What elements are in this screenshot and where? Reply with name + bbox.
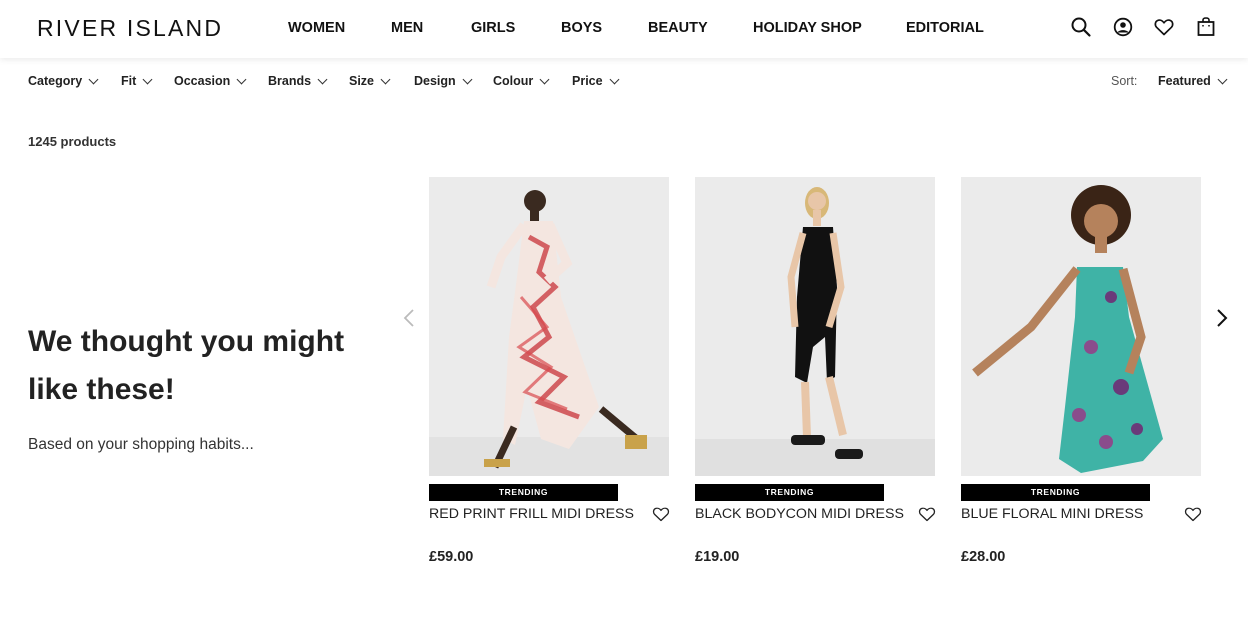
filter-size[interactable]: Size — [349, 74, 391, 88]
filter-label: Design — [414, 74, 456, 88]
wishlist-heart-icon[interactable] — [652, 506, 670, 522]
filter-brands[interactable]: Brands — [268, 74, 328, 88]
trending-badge: TRENDING — [429, 484, 618, 501]
nav-item-girls[interactable]: GIRLS — [471, 20, 515, 36]
filter-design[interactable]: Design — [414, 74, 473, 88]
search-icon[interactable] — [1070, 16, 1092, 38]
chevron-down-icon — [1217, 74, 1228, 84]
site-header: RIVER ISLAND WOMEN MEN GIRLS BOYS BEAUTY… — [0, 0, 1248, 58]
wishlist-heart-icon[interactable] — [1184, 506, 1202, 522]
carousel-next-arrow-icon[interactable] — [1212, 306, 1232, 330]
chevron-down-icon — [609, 74, 620, 84]
product-name[interactable]: RED PRINT FRILL MIDI DRESS — [429, 506, 634, 522]
filter-label: Colour — [493, 74, 534, 88]
nav-item-beauty[interactable]: BEAUTY — [648, 20, 708, 36]
chevron-down-icon — [88, 74, 99, 84]
wishlist-heart-icon[interactable] — [1153, 16, 1175, 38]
filter-label: Price — [572, 74, 603, 88]
recommendations-title: We thought you might like these! — [28, 325, 345, 406]
product-price: £59.00 — [429, 549, 474, 565]
filter-label: Brands — [268, 74, 312, 88]
product-image-black-dress[interactable] — [695, 177, 935, 476]
filter-label: Fit — [121, 74, 137, 88]
product-name[interactable]: BLACK BODYCON MIDI DRESS — [695, 506, 904, 522]
filter-label: Occasion — [174, 74, 231, 88]
chevron-down-icon — [380, 74, 391, 84]
chevron-down-icon — [142, 74, 153, 84]
product-image-red-dress[interactable] — [429, 177, 669, 476]
recommendations-subtitle: Based on your shopping habits... — [28, 436, 254, 453]
product-image-blue-floral-dress[interactable] — [961, 177, 1201, 476]
filter-colour[interactable]: Colour — [493, 74, 550, 88]
carousel-prev-arrow-icon[interactable] — [399, 306, 419, 330]
site-logo[interactable]: RIVER ISLAND — [37, 15, 223, 42]
account-icon[interactable] — [1112, 16, 1134, 38]
nav-item-editorial[interactable]: EDITORIAL — [906, 20, 984, 36]
product-count: 1245 products — [28, 134, 117, 149]
sort-value: Featured — [1158, 74, 1211, 88]
chevron-down-icon — [317, 74, 328, 84]
filter-price[interactable]: Price — [572, 74, 620, 88]
product-name[interactable]: BLUE FLORAL MINI DRESS — [961, 506, 1143, 522]
filter-bar: Category Fit Occasion Brands Size Design… — [0, 66, 1248, 96]
chevron-down-icon — [236, 74, 247, 84]
filter-fit[interactable]: Fit — [121, 74, 153, 88]
product-card[interactable]: TRENDING BLACK BODYCON MIDI DRESS £19.00 — [695, 177, 936, 577]
product-price: £28.00 — [961, 549, 1006, 565]
trending-badge: TRENDING — [695, 484, 884, 501]
chevron-down-icon — [539, 74, 550, 84]
product-card[interactable]: TRENDING RED PRINT FRILL MIDI DRESS £59.… — [429, 177, 670, 577]
sort-dropdown[interactable]: Featured — [1158, 74, 1228, 88]
nav-item-holiday-shop[interactable]: HOLIDAY SHOP — [753, 20, 862, 36]
filter-occasion[interactable]: Occasion — [174, 74, 247, 88]
nav-item-women[interactable]: WOMEN — [288, 20, 345, 36]
nav-item-boys[interactable]: BOYS — [561, 20, 602, 36]
filter-category[interactable]: Category — [28, 74, 99, 88]
nav-item-men[interactable]: MEN — [391, 20, 423, 36]
filter-label: Size — [349, 74, 375, 88]
trending-badge: TRENDING — [961, 484, 1150, 501]
wishlist-heart-icon[interactable] — [918, 506, 936, 522]
product-card[interactable]: TRENDING BLUE FLORAL MINI DRESS £28.00 — [961, 177, 1202, 577]
filter-label: Category — [28, 74, 83, 88]
bag-icon[interactable] — [1195, 16, 1217, 38]
chevron-down-icon — [462, 74, 473, 84]
product-price: £19.00 — [695, 549, 740, 565]
sort-label: Sort: — [1111, 74, 1138, 88]
